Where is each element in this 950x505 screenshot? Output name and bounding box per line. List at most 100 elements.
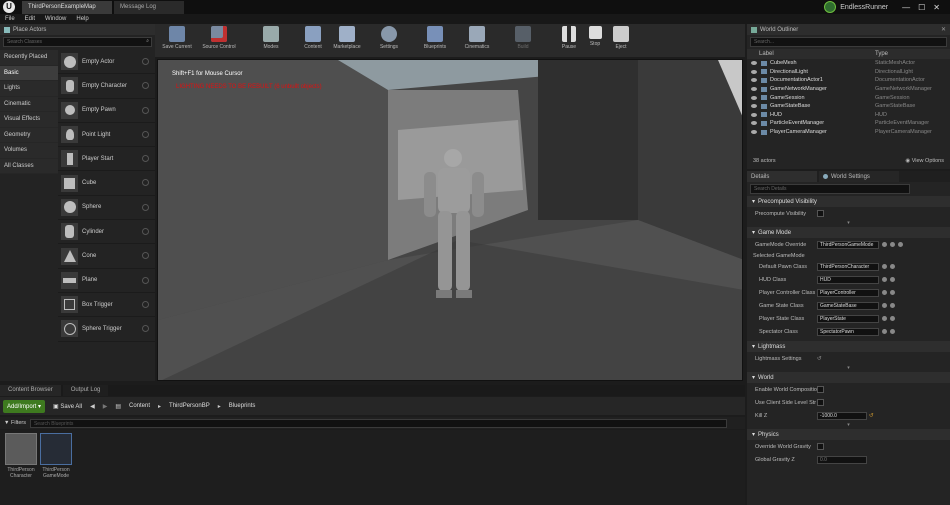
global-gravity-field[interactable]: 0.0 [817,455,867,464]
category-geometry[interactable]: Geometry [0,127,58,143]
actor-item-sphere[interactable]: Sphere [58,196,155,221]
type-column-header[interactable]: Type [875,51,888,57]
category-basic[interactable]: Basic [0,65,58,81]
asset-actions[interactable] [882,277,895,282]
visibility-eye-icon[interactable] [751,87,757,92]
actor-item-box-trigger[interactable]: Box Trigger [58,293,155,318]
actor-item-cube[interactable]: Cube [58,171,155,196]
forward-arrow-icon[interactable]: ▶ [103,403,108,410]
class-dropdown[interactable]: ThirdPersonCharacter [817,262,879,271]
source-control-button[interactable]: Source Control [199,26,239,50]
expand-arrow-icon[interactable]: ▾ [747,220,950,227]
class-dropdown[interactable]: PlayerController [817,288,879,297]
visibility-eye-icon[interactable] [751,69,757,74]
info-icon[interactable] [142,58,149,65]
info-icon[interactable] [142,82,149,90]
menu-edit[interactable]: Edit [25,16,35,22]
asset-actions[interactable] [882,316,895,321]
asset-actions[interactable] [882,264,895,269]
outliner-row[interactable]: HUD HUD [747,111,950,120]
add-import-button[interactable]: Add/Import ▾ [3,399,46,413]
info-icon[interactable] [142,106,149,114]
message-log-tab[interactable]: Message Log [114,1,184,14]
class-search-input[interactable]: Search Classes ⌕ [3,37,152,47]
search-icon[interactable]: ⌕ [146,38,149,44]
section-lightmass[interactable]: ▾ Lightmass [747,341,950,352]
class-dropdown[interactable]: HUD [817,275,879,284]
info-icon[interactable] [142,203,149,211]
asset-actions[interactable] [882,329,895,334]
visibility-eye-icon[interactable] [751,104,757,109]
breadcrumb-blueprints[interactable]: Blueprints [229,403,256,409]
world-composition-checkbox[interactable] [817,386,824,393]
visibility-eye-icon[interactable] [751,95,757,100]
reset-icon[interactable]: ↺ [817,356,822,362]
outliner-row[interactable]: DocumentationActor1 DocumentationActor [747,76,950,85]
category-cinematic[interactable]: Cinematic [0,96,58,112]
info-icon[interactable] [142,325,149,333]
back-arrow-icon[interactable]: ◀ [90,403,95,410]
outliner-row[interactable]: GameStateBase GameStateBase [747,102,950,111]
info-icon[interactable] [142,228,149,236]
close-button[interactable]: ✕ [933,3,940,12]
asset-tile[interactable]: ThirdPerson Character [5,433,37,479]
section-world[interactable]: ▾ World [747,372,950,383]
eject-button[interactable]: Eject [601,26,641,50]
details-search-input[interactable]: Search Details [750,184,910,194]
breadcrumb-content[interactable]: Content [129,403,150,409]
visibility-eye-icon[interactable] [751,78,757,83]
actor-item-player-start[interactable]: Player Start [58,147,155,172]
modes-button[interactable]: Modes [251,26,291,50]
blueprints-button[interactable]: Blueprints [415,26,455,50]
category-all-classes[interactable]: All Classes [0,158,58,174]
details-tab[interactable]: Details [747,171,817,182]
close-panel-icon[interactable]: ✕ [941,26,946,33]
client-side-streaming-checkbox[interactable] [817,399,824,406]
asset-search-input[interactable]: Search Blueprints [29,418,727,428]
actor-item-empty-actor[interactable]: Empty Actor [58,50,155,75]
section-game-mode[interactable]: ▾ Game Mode [747,227,950,238]
menu-help[interactable]: Help [76,16,88,22]
asset-actions[interactable] [882,242,903,247]
info-icon[interactable] [142,155,149,163]
info-icon[interactable] [142,179,149,187]
cinematics-button[interactable]: Cinematics [457,26,497,50]
filters-button[interactable]: ▼ Filters [0,420,30,426]
asset-actions[interactable] [882,303,895,308]
actor-item-cone[interactable]: Cone [58,244,155,269]
settings-button[interactable]: Settings [369,26,409,50]
actor-item-sphere-trigger[interactable]: Sphere Trigger [58,317,155,342]
info-icon[interactable] [142,130,149,138]
visibility-eye-icon[interactable] [751,112,757,117]
prop-lightmass-settings[interactable]: Lightmass Settings ↺ [747,352,950,365]
expand-arrow-icon[interactable]: ▾ [747,365,950,372]
class-dropdown[interactable]: PlayerState [817,314,879,323]
minimize-button[interactable]: — [902,3,910,12]
actor-item-empty-pawn[interactable]: Empty Pawn [58,99,155,123]
world-settings-tab[interactable]: World Settings [819,171,899,182]
level-viewport[interactable]: Shift+F1 for Mouse Cursor LIGHTING NEEDS… [157,59,743,381]
expand-arrow-icon[interactable]: ▾ [747,422,950,429]
selected-gamemode-header[interactable]: Selected GameMode [747,251,950,260]
category-recently-placed[interactable]: Recently Placed [0,50,58,66]
actor-item-plane[interactable]: Plane [58,269,155,293]
info-icon[interactable] [142,300,149,308]
menu-window[interactable]: Window [45,16,66,22]
override-gravity-checkbox[interactable] [817,443,824,450]
category-volumes[interactable]: Volumes [0,143,58,159]
level-tab[interactable]: ThirdPersonExampleMap [22,1,112,14]
label-column-header[interactable]: Label [747,51,875,57]
actor-item-cylinder[interactable]: Cylinder [58,220,155,245]
save-current-button[interactable]: Save Current [157,26,197,50]
section-precomputed-visibility[interactable]: ▾ Precomputed Visibility [747,196,950,207]
info-icon[interactable] [142,276,149,284]
section-physics[interactable]: ▾ Physics [747,429,950,440]
actor-item-point-light[interactable]: Point Light [58,123,155,148]
maximize-button[interactable]: ☐ [918,3,925,12]
outliner-row[interactable]: GameNetworkManager GameNetworkManager [747,85,950,94]
view-options-button[interactable]: ◉ View Options [905,158,944,164]
reset-icon[interactable]: ↺ [869,413,874,419]
outliner-row[interactable]: CubeMesh StaticMeshActor [747,59,950,68]
info-icon[interactable] [142,252,149,260]
category-lights[interactable]: Lights [0,81,58,97]
